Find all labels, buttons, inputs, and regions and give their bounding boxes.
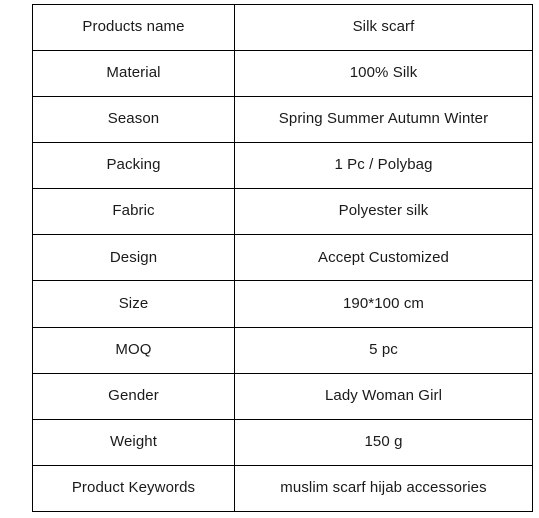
attribute-cell-gender: Gender bbox=[32, 372, 235, 420]
attribute-cell-packing: Packing bbox=[32, 142, 235, 190]
table-row: Material 100% Silk bbox=[32, 50, 533, 98]
attribute-cell-material: Material bbox=[32, 50, 235, 98]
table-row: Design Accept Customized bbox=[32, 234, 533, 282]
table-body: Products name Silk scarf Material 100% S… bbox=[32, 3, 533, 513]
table-row: Season Spring Summer Autumn Winter bbox=[32, 96, 533, 144]
value-cell-gender: Lady Woman Girl bbox=[234, 372, 533, 420]
attribute-cell-product-keywords: Product Keywords bbox=[32, 464, 235, 513]
table-row: Products name Silk scarf bbox=[32, 3, 533, 52]
table-row: Size 190*100 cm bbox=[32, 280, 533, 328]
attribute-cell-products-name: Products name bbox=[32, 3, 235, 52]
value-cell-design: Accept Customized bbox=[234, 234, 533, 282]
table-row: Fabric Polyester silk bbox=[32, 188, 533, 236]
value-cell-material: 100% Silk bbox=[234, 50, 533, 98]
table-row: MOQ 5 pc bbox=[32, 326, 533, 374]
attribute-cell-size: Size bbox=[32, 280, 235, 328]
product-spec-table-container: Products name Silk scarf Material 100% S… bbox=[32, 3, 533, 513]
table-row: Product Keywords muslim scarf hijab acce… bbox=[32, 464, 533, 513]
attribute-cell-season: Season bbox=[32, 96, 235, 144]
value-cell-season: Spring Summer Autumn Winter bbox=[234, 96, 533, 144]
attribute-cell-design: Design bbox=[32, 234, 235, 282]
table-row: Gender Lady Woman Girl bbox=[32, 372, 533, 420]
value-cell-moq: 5 pc bbox=[234, 326, 533, 374]
table-row: Weight 150 g bbox=[32, 418, 533, 466]
value-cell-packing: 1 Pc / Polybag bbox=[234, 142, 533, 190]
attribute-cell-moq: MOQ bbox=[32, 326, 235, 374]
table-row: Packing 1 Pc / Polybag bbox=[32, 142, 533, 190]
product-spec-table: Products name Silk scarf Material 100% S… bbox=[32, 3, 533, 513]
attribute-cell-fabric: Fabric bbox=[32, 188, 235, 236]
value-cell-product-keywords: muslim scarf hijab accessories bbox=[234, 464, 533, 513]
value-cell-size: 190*100 cm bbox=[234, 280, 533, 328]
value-cell-products-name: Silk scarf bbox=[234, 3, 533, 52]
attribute-cell-weight: Weight bbox=[32, 418, 235, 466]
value-cell-fabric: Polyester silk bbox=[234, 188, 533, 236]
value-cell-weight: 150 g bbox=[234, 418, 533, 466]
